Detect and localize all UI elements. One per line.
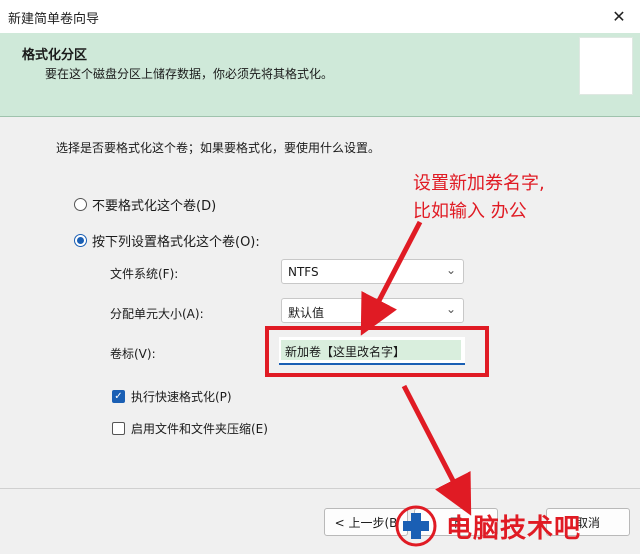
watermark-logo-icon	[395, 505, 437, 547]
watermark-text: 电脑技术吧	[446, 513, 582, 544]
arrow-to-next	[401, 384, 472, 516]
annotation-arrows	[360, 220, 472, 516]
arrow-to-input	[360, 220, 423, 336]
watermark: 电脑技术吧	[394, 498, 640, 554]
